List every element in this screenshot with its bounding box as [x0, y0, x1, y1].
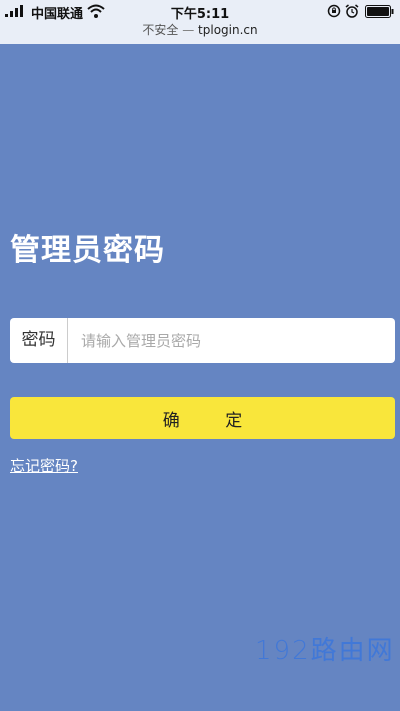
- password-form-row: 密码: [10, 318, 395, 363]
- address-separator: —: [182, 23, 195, 37]
- address-bar[interactable]: 不安全 — tplogin.cn: [0, 22, 400, 44]
- status-bar: 中国联通 下午5:11: [0, 0, 400, 22]
- orientation-lock-icon: [327, 4, 341, 18]
- battery-icon: [365, 5, 394, 18]
- alarm-icon: [345, 4, 359, 18]
- address-domain: tplogin.cn: [198, 23, 258, 37]
- watermark: 192路由网: [255, 636, 395, 666]
- page-title: 管理员密码: [10, 233, 165, 268]
- password-input[interactable]: [69, 318, 395, 363]
- forgot-password-link[interactable]: 忘记密码?: [10, 455, 78, 476]
- confirm-button[interactable]: 确 定: [10, 397, 395, 439]
- security-indicator: 不安全: [142, 23, 179, 37]
- password-label: 密码: [10, 318, 68, 363]
